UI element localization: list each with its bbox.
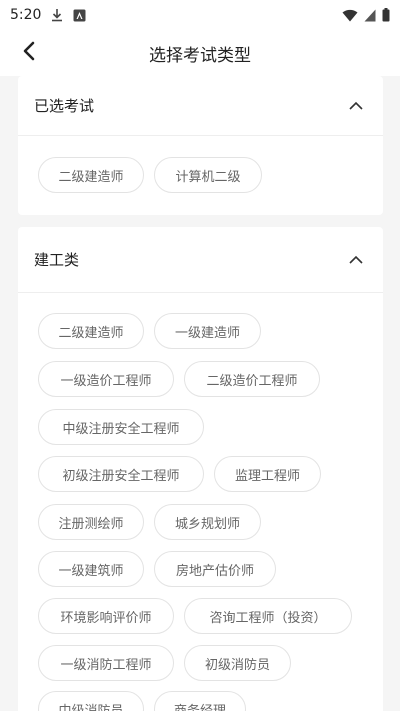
exam-chip[interactable]: 中级消防员 [38, 691, 144, 711]
exam-chip[interactable]: 城乡规划师 [154, 504, 261, 540]
exam-chip[interactable]: 二级造价工程师 [184, 361, 320, 397]
exam-chip[interactable]: 监理工程师 [214, 456, 321, 492]
chevron-up-icon[interactable] [345, 95, 367, 117]
wifi-icon [342, 9, 358, 22]
exam-chip[interactable]: 一级建造师 [154, 313, 261, 349]
exam-chip[interactable]: 咨询工程师（投资） [184, 598, 352, 634]
selected-exams-card: 已选考试 二级建造师 计算机二级 [18, 76, 383, 215]
exam-chip[interactable]: 中级注册安全工程师 [38, 409, 204, 445]
exam-chip[interactable]: 一级消防工程师 [38, 645, 174, 681]
construction-category-card: 建工类 二级建造师 一级建造师 一级造价工程师 二级造价工程师 中级注册安全工程… [18, 227, 383, 711]
page-title: 选择考试类型 [149, 45, 251, 66]
selected-exams-header[interactable]: 已选考试 [18, 76, 383, 136]
selected-exam-chip[interactable]: 二级建造师 [38, 157, 144, 193]
cell-signal-icon [364, 9, 376, 22]
battery-icon [382, 8, 390, 22]
exam-chip[interactable]: 房地产估价师 [154, 551, 276, 587]
construction-category-title: 建工类 [34, 251, 80, 269]
selected-exam-chip[interactable]: 计算机二级 [154, 157, 262, 193]
construction-category-header[interactable]: 建工类 [18, 227, 383, 293]
content-area[interactable]: 已选考试 二级建造师 计算机二级 建工类 二级建造师 一级建造师 一级造价工程师… [0, 76, 400, 711]
exam-chip[interactable]: 初级消防员 [184, 645, 291, 681]
exam-chip[interactable]: 一级建筑师 [38, 551, 144, 587]
exam-chip[interactable]: 商务经理 [154, 691, 246, 711]
status-time: 5:20 [10, 7, 42, 23]
notification-a-icon [73, 9, 86, 22]
exam-chip[interactable]: 初级注册安全工程师 [38, 456, 204, 492]
nav-bar: 选择考试类型 [0, 30, 400, 76]
back-button[interactable] [14, 38, 44, 68]
back-arrow-icon [22, 41, 36, 65]
download-icon [51, 8, 63, 22]
exam-chip[interactable]: 二级建造师 [38, 313, 144, 349]
exam-chip[interactable]: 环境影响评价师 [38, 598, 174, 634]
exam-chip[interactable]: 注册测绘师 [38, 504, 144, 540]
exam-chip[interactable]: 一级造价工程师 [38, 361, 174, 397]
chevron-up-icon[interactable] [345, 249, 367, 271]
selected-exams-title: 已选考试 [34, 97, 95, 115]
status-bar: 5:20 [0, 0, 400, 30]
